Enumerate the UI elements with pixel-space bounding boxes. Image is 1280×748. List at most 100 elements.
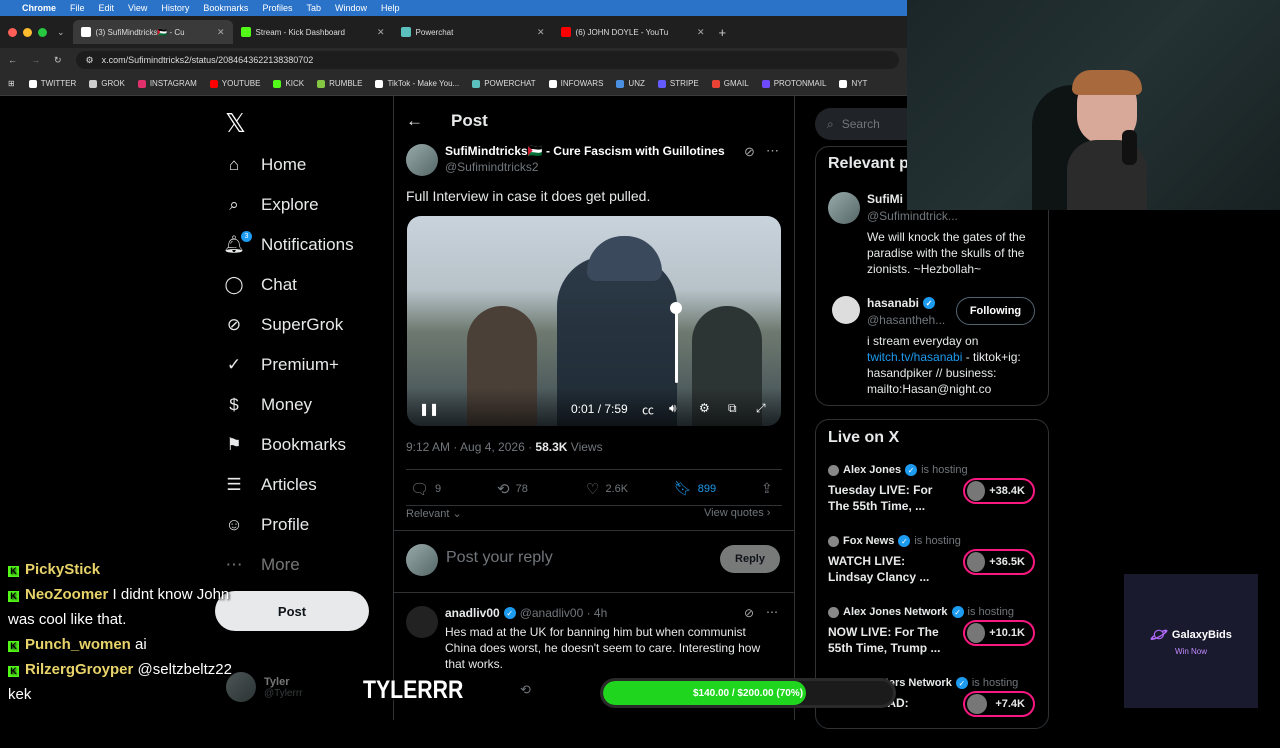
captions-icon[interactable]: ㏄ bbox=[642, 401, 654, 418]
tab-powerchat[interactable]: Powerchat ✕ bbox=[393, 20, 553, 44]
bookmark-item[interactable]: PROTONMAIL bbox=[761, 79, 826, 88]
author-name[interactable]: SufiMindtricks🇵🇸 - Cure Fascism with Gui… bbox=[445, 144, 725, 158]
nav-item-chat[interactable]: ◯ Chat bbox=[215, 265, 395, 305]
tab-search-icon[interactable]: ⌄ bbox=[57, 27, 65, 38]
pip-icon[interactable]: ⧉ bbox=[728, 401, 737, 416]
live-listeners-pill[interactable]: +7.4K bbox=[963, 691, 1035, 717]
bookmark-item[interactable]: TWITTER bbox=[28, 79, 76, 88]
nav-item-premium[interactable]: ✓ Premium+ bbox=[215, 345, 395, 385]
bookmark-item[interactable]: YOUTUBE bbox=[209, 79, 260, 88]
repost-icon[interactable]: ⟲ bbox=[520, 682, 531, 698]
author-avatar[interactable] bbox=[406, 144, 438, 176]
back-arrow-icon[interactable]: ← bbox=[406, 111, 423, 131]
bookmark-item[interactable]: INFOWARS bbox=[548, 79, 603, 88]
reply-author-handle[interactable]: @anadliv00 · 4h bbox=[520, 606, 608, 620]
view-quotes-link[interactable]: View quotes › bbox=[704, 507, 770, 519]
volume-slider[interactable] bbox=[675, 308, 678, 383]
bookmark-item[interactable]: GMAIL bbox=[711, 79, 749, 88]
bookmark-item[interactable]: KICK bbox=[273, 79, 304, 88]
bio-link[interactable]: twitch.tv/hasanabi bbox=[867, 350, 962, 364]
maximize-window-button[interactable] bbox=[38, 27, 47, 37]
tab-close-icon[interactable]: ✕ bbox=[377, 27, 385, 38]
bookmark-item[interactable]: GROK bbox=[89, 79, 125, 88]
tab-kick-dashboard[interactable]: Stream - Kick Dashboard ✕ bbox=[233, 20, 393, 44]
menu-file[interactable]: File bbox=[70, 3, 85, 13]
more-options-icon[interactable]: ⋯ bbox=[766, 143, 779, 159]
bookmark-item[interactable]: NYT bbox=[839, 79, 867, 88]
forward-icon[interactable]: → bbox=[31, 55, 40, 65]
x-logo-icon[interactable]: 𝕏 bbox=[225, 108, 246, 139]
account-switcher[interactable]: Tyler @Tylerrr bbox=[226, 672, 302, 702]
nav-item-money[interactable]: $ Money bbox=[215, 385, 395, 425]
pause-icon[interactable]: ❚❚ bbox=[419, 402, 439, 416]
url-field[interactable]: ⚙ x.com/Sufimindtricks2/status/208464362… bbox=[75, 51, 899, 69]
live-item[interactable]: Alex Jones ✓ is hosting Tuesday LIVE: For T… bbox=[828, 464, 1038, 535]
relevant-sort-dropdown[interactable]: Relevant ⌄ bbox=[406, 507, 462, 520]
reply-author-avatar[interactable] bbox=[406, 606, 438, 638]
menu-window[interactable]: Window bbox=[335, 3, 367, 13]
fullscreen-icon[interactable]: ⤢ bbox=[756, 401, 766, 416]
like-action[interactable]: ♡ 2.6K bbox=[586, 480, 628, 498]
person-name-row[interactable]: hasanabi ✓ bbox=[867, 296, 936, 310]
grok-icon[interactable]: ⊘ bbox=[744, 606, 754, 620]
menu-view[interactable]: View bbox=[128, 3, 147, 13]
bookmark-item[interactable]: TikTok - Make You... bbox=[375, 79, 459, 88]
person-name[interactable]: SufiMi bbox=[867, 192, 903, 206]
site-settings-icon[interactable]: ⚙ bbox=[86, 55, 94, 66]
menu-help[interactable]: Help bbox=[381, 3, 400, 13]
live-item[interactable]: Alex Jones Network ✓ is hosting NOW LIVE: F… bbox=[828, 606, 1038, 677]
reply-action[interactable]: 🗨︎ 9 bbox=[410, 480, 441, 498]
bookmark-item[interactable]: STRIPE bbox=[657, 79, 699, 88]
person-handle[interactable]: @Sufimindtrick... bbox=[867, 209, 958, 223]
following-button[interactable]: Following bbox=[956, 297, 1035, 325]
back-icon[interactable]: ← bbox=[8, 55, 17, 65]
repost-action[interactable]: ⟲ 78 bbox=[497, 480, 528, 498]
minimize-window-button[interactable] bbox=[23, 27, 32, 37]
tab-close-icon[interactable]: ✕ bbox=[217, 27, 225, 38]
reply-button[interactable]: Reply bbox=[720, 545, 780, 573]
live-item[interactable]: Fox News ✓ is hosting WATCH LIVE: Lindsay C… bbox=[828, 535, 1038, 606]
nav-item-bookmarks[interactable]: ⚑ Bookmarks bbox=[215, 425, 395, 465]
tab-x-post[interactable]: (3) SufiMindtricks🇵🇸 - Cu ✕ bbox=[72, 20, 233, 44]
menu-bookmarks[interactable]: Bookmarks bbox=[203, 3, 248, 13]
apps-grid-icon[interactable]: ⊞ bbox=[8, 79, 15, 88]
person-handle[interactable]: @hasantheh... bbox=[867, 313, 945, 327]
live-listeners-pill[interactable]: +36.5K bbox=[963, 549, 1035, 575]
nav-item-home[interactable]: ⌂ Home bbox=[215, 145, 395, 185]
person-avatar[interactable] bbox=[832, 296, 860, 324]
menu-edit[interactable]: Edit bbox=[99, 3, 115, 13]
new-tab-button[interactable]: + bbox=[719, 25, 727, 40]
menu-history[interactable]: History bbox=[161, 3, 189, 13]
nav-item-more[interactable]: ⋯ More bbox=[215, 545, 395, 585]
nav-item-profile[interactable]: ☺ Profile bbox=[215, 505, 395, 545]
author-handle[interactable]: @Sufimindtricks2 bbox=[445, 160, 539, 174]
settings-gear-icon[interactable]: ⚙ bbox=[699, 401, 710, 415]
live-listeners-pill[interactable]: +10.1K bbox=[963, 620, 1035, 646]
more-options-icon[interactable]: ⋯ bbox=[766, 605, 778, 619]
reload-icon[interactable]: ↻ bbox=[54, 55, 62, 66]
post-button[interactable]: Post bbox=[215, 591, 369, 631]
share-action[interactable]: ⇪ bbox=[761, 480, 773, 497]
nav-item-articles[interactable]: ☰ Articles bbox=[215, 465, 395, 505]
post-timestamp[interactable]: 9:12 AM · Aug 4, 2026 · bbox=[406, 440, 535, 454]
bookmark-item[interactable]: POWERCHAT bbox=[472, 79, 536, 88]
menu-tab[interactable]: Tab bbox=[306, 3, 321, 13]
volume-slider-handle[interactable] bbox=[670, 302, 682, 314]
tab-youtube[interactable]: (6) JOHN DOYLE - YouTu ✕ bbox=[553, 20, 713, 44]
bookmark-action[interactable]: 🔖︎ 899 bbox=[674, 480, 716, 497]
menu-chrome[interactable]: Chrome bbox=[22, 3, 56, 13]
bookmark-item[interactable]: RUMBLE bbox=[317, 79, 362, 88]
reply-author-name[interactable]: anadliv00 bbox=[445, 606, 500, 620]
search-input[interactable]: ⌕ Search bbox=[815, 108, 907, 140]
bookmark-item[interactable]: INSTAGRAM bbox=[137, 79, 197, 88]
tab-close-icon[interactable]: ✕ bbox=[697, 27, 705, 38]
grok-icon[interactable]: ⊘ bbox=[744, 144, 755, 160]
close-window-button[interactable] bbox=[8, 27, 17, 37]
video-player[interactable]: ❚❚ 0:01 / 7:59 ㏄ 🔊︎ ⚙ ⧉ ⤢ bbox=[407, 216, 781, 426]
nav-item-notifications[interactable]: 🔔︎ 3 Notifications bbox=[215, 225, 395, 265]
live-listeners-pill[interactable]: +38.4K bbox=[963, 478, 1035, 504]
tab-close-icon[interactable]: ✕ bbox=[537, 27, 545, 38]
person-avatar[interactable] bbox=[828, 192, 860, 224]
bookmark-item[interactable]: UNZ bbox=[616, 79, 645, 88]
volume-icon[interactable]: 🔊︎ bbox=[669, 401, 677, 416]
